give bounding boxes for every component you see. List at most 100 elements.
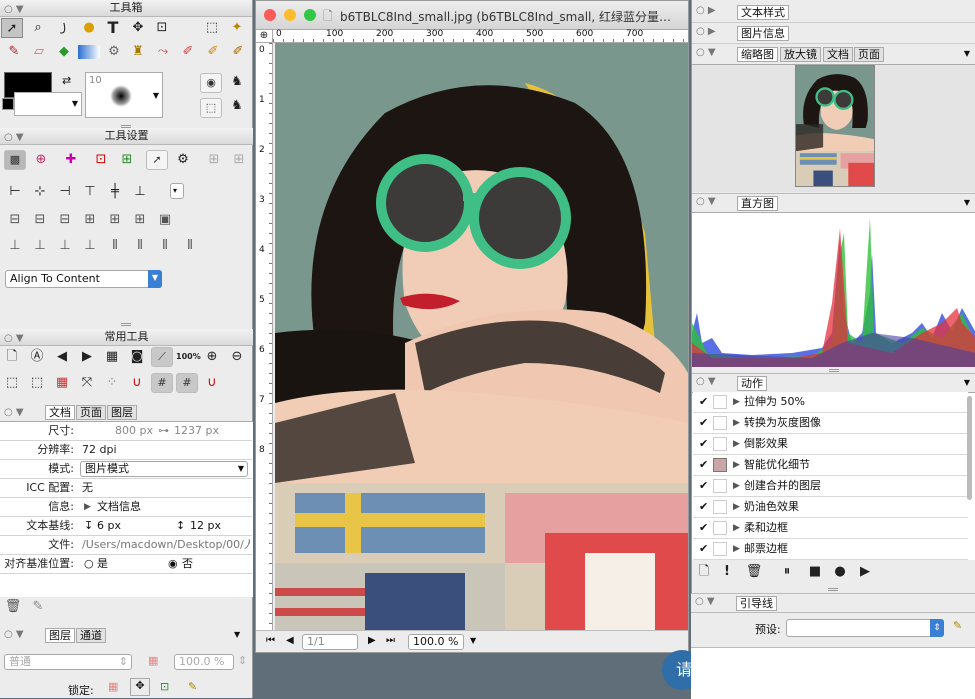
first-page-icon[interactable]: ⏮ (266, 635, 275, 646)
distribute-center-icon[interactable]: ⊟ (29, 210, 51, 230)
tab-page[interactable]: 页面 (76, 405, 106, 420)
panel-close-icon[interactable]: ○ ▼ (4, 331, 24, 347)
same-size-icon[interactable]: ▣ (154, 210, 176, 230)
space-h2-icon[interactable]: ⊥ (29, 236, 51, 256)
align-hcenter-icon[interactable]: ⊹ (29, 182, 51, 202)
grid-off-icon[interactable]: ⊞ (203, 150, 225, 170)
page-field[interactable]: 1/1 (302, 634, 358, 650)
align-left-icon[interactable]: ⊢ (4, 182, 26, 202)
space-even4-icon[interactable]: ⫴ (179, 236, 201, 256)
list-item[interactable]: ✔ ▶ 智能优化细节 (693, 455, 968, 476)
magnet-icon[interactable]: ∪ (126, 373, 148, 393)
guides-toggle-button[interactable]: # (176, 373, 198, 393)
actions-scrollbar[interactable] (967, 396, 972, 500)
align-to-select[interactable]: Align To Content ▼ (5, 270, 162, 288)
radio-no[interactable]: ◉ (168, 555, 178, 573)
list-item[interactable]: ✔ ▶ 邮票边框 (693, 539, 968, 560)
list-item[interactable]: ✔ ▶ 拉伸为 50% (693, 392, 968, 413)
panel-collapse-icon[interactable]: ○ ▼ (696, 47, 716, 58)
last-page-icon[interactable]: ⏭ (386, 635, 395, 646)
grid-add-icon[interactable]: ⊞ (228, 150, 250, 170)
panel-collapse-icon[interactable]: ○ ▶ (696, 5, 716, 16)
distribute-middle-icon[interactable]: ⊞ (104, 210, 126, 230)
distribute-right-icon[interactable]: ⊟ (54, 210, 76, 230)
space-even2-icon[interactable]: ⫴ (129, 236, 151, 256)
tab-document[interactable]: 文档 (45, 405, 75, 420)
tab-page-nav[interactable]: 页面 (854, 47, 884, 62)
align-top-icon[interactable]: ⊤ (79, 182, 101, 202)
zoom-100-label[interactable]: 100% (176, 347, 201, 367)
eraser-tool-icon[interactable]: ▱ (28, 42, 50, 62)
tab-layer[interactable]: 图层 (107, 405, 137, 420)
space-even-icon[interactable]: ⫴ (104, 236, 126, 256)
select-mode-icon[interactable]: ▩ (4, 150, 26, 170)
panel-menu-icon[interactable]: ▼ (964, 378, 970, 387)
zoom-dropdown-icon[interactable]: ▼ (470, 636, 476, 645)
arrow-tool-icon[interactable]: ➚ (1, 18, 23, 38)
transform-icon[interactable]: ⊡ (90, 150, 112, 170)
tab-magnifier[interactable]: 放大镜 (780, 47, 821, 62)
prev-page-icon[interactable]: ◀ (286, 635, 294, 646)
frame-icon[interactable]: ⬚ (1, 373, 23, 393)
zoom-tool-icon[interactable]: ⌕ (27, 18, 49, 38)
swap-colors-icon[interactable]: ⇄ (62, 74, 71, 87)
radio-yes[interactable]: ○ (84, 555, 94, 573)
align-right-icon[interactable]: ⊣ (54, 182, 76, 202)
lock-ratio-icon[interactable]: ⊶ (158, 422, 169, 440)
space-h-icon[interactable]: ⊥ (4, 236, 26, 256)
space-even3-icon[interactable]: ⫴ (154, 236, 176, 256)
clone-tool-icon[interactable]: ♜ (127, 42, 149, 62)
lock-move-icon[interactable]: ✥ (130, 678, 150, 696)
grid-toggle-button[interactable]: # (151, 373, 173, 393)
align-options-dropdown[interactable]: ▾ (170, 183, 184, 199)
burn-tool-icon[interactable]: ✐ (227, 42, 249, 62)
opacity-stepper[interactable]: ⇕ (238, 654, 247, 667)
color-dropdown[interactable]: ▼ (14, 92, 82, 116)
text-frame-icon[interactable]: Ⓐ (26, 347, 48, 367)
new-document-icon[interactable]: 🗋 (1, 347, 23, 367)
thumbnail-image[interactable] (795, 65, 875, 187)
pencil-tool-icon[interactable]: ✎ (3, 42, 25, 62)
frame2-icon[interactable]: ⬚ (26, 373, 48, 393)
camera-icon[interactable]: ◙ (126, 347, 148, 367)
tab-image-info[interactable]: 图片信息 (737, 26, 789, 41)
panel-collapse-icon[interactable]: ○ ▶ (696, 26, 716, 37)
target-icon[interactable]: ⊕ (30, 150, 52, 170)
panel-close-icon[interactable]: ○ ▼ (4, 407, 24, 418)
panel-grip[interactable] (828, 369, 839, 372)
text-tool-icon[interactable]: T (102, 18, 124, 38)
layers-menu-icon[interactable]: ▼ (234, 630, 240, 639)
zoom-out-icon[interactable]: ⊖ (226, 347, 248, 367)
align-bottom-icon[interactable]: ⊥ (129, 182, 151, 202)
crop-tool-icon[interactable]: ⊡ (151, 18, 173, 38)
zoom-field[interactable]: 100.0 % (408, 634, 464, 650)
list-item[interactable]: ✔ ▶ 创建合并的图层 (693, 476, 968, 497)
panel-grip[interactable] (828, 588, 838, 591)
mask-selection-icon[interactable]: ⬚ (200, 98, 222, 118)
add-point-icon[interactable]: ✚ (60, 150, 82, 170)
play-icon[interactable]: ▶ (854, 562, 876, 582)
minimize-window-button[interactable] (284, 9, 296, 21)
brush-preview[interactable]: 10 ▼ (85, 72, 163, 118)
ruler-corner-icon[interactable]: ⊕ (256, 30, 273, 43)
list-item[interactable]: ✔ ▶ 奶油色效果 (693, 497, 968, 518)
list-item[interactable]: ✔ ▶ 柔和边框 (693, 518, 968, 539)
blend-mode-select[interactable]: 普通 ⇕ (4, 654, 132, 670)
lock-transparency-icon[interactable]: ▦ (108, 680, 118, 693)
distribute-left-icon[interactable]: ⊟ (4, 210, 26, 230)
lock-paint-icon[interactable]: ✎ (188, 680, 197, 693)
distribute-top-icon[interactable]: ⊞ (79, 210, 101, 230)
opacity-field[interactable]: 100.0 % (174, 654, 234, 670)
fullscreen-icon[interactable]: ⤧ (76, 373, 98, 393)
list-item[interactable]: ✔ ▶ 倒影效果 (693, 434, 968, 455)
text-selection-tool-icon[interactable]: ꠸ (53, 18, 75, 38)
tab-channels[interactable]: 通道 (76, 628, 106, 643)
tab-doc[interactable]: 文档 (823, 47, 853, 62)
trash-icon[interactable]: 🗑 (2, 597, 24, 617)
stop-icon[interactable]: ■ (804, 562, 826, 582)
align-vcenter-icon[interactable]: ╪ (104, 182, 126, 202)
quick-mask-off-icon[interactable]: ♞ (226, 96, 248, 116)
marquee-tool-icon[interactable]: ⬚ (201, 18, 223, 38)
panel-collapse-icon[interactable]: ○ ▼ (696, 376, 716, 387)
tab-thumbnail[interactable]: 缩略图 (737, 47, 778, 62)
